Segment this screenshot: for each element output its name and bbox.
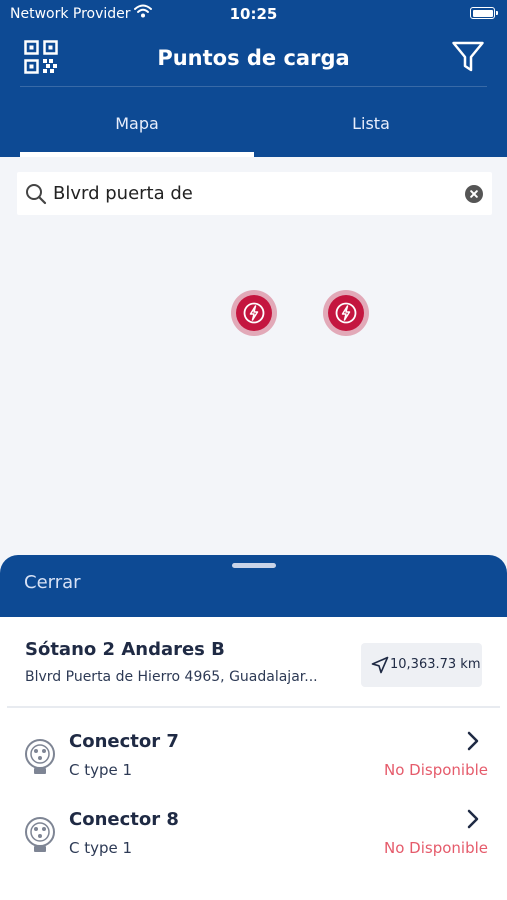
station-name: Sótano 2 Andares B: [25, 639, 225, 660]
battery-icon: [470, 7, 498, 19]
section-divider: [7, 706, 500, 708]
connector-type: C type 1: [69, 761, 133, 779]
charging-point-pin[interactable]: [231, 290, 277, 336]
station-address: Blvrd Puerta de Hierro 4965, Guadalajar.…: [25, 669, 318, 685]
connector-item[interactable]: Conector 7 C type 1 No Disponible: [0, 725, 507, 795]
connector-item[interactable]: Conector 8 C type 1 No Disponible: [0, 803, 507, 873]
page-title: Puntos de carga: [157, 46, 350, 70]
app-header: Network Provider 10:25 Puntos de carga M…: [0, 0, 507, 157]
clear-icon[interactable]: [465, 185, 483, 203]
distance-button[interactable]: 10,363.73 km: [361, 643, 482, 687]
search-input[interactable]: [53, 172, 453, 215]
station-detail-panel: Sótano 2 Andares B Blvrd Puerta de Hierr…: [0, 617, 507, 900]
connector-type: C type 1: [69, 839, 133, 857]
map-view[interactable]: [0, 215, 507, 560]
status-bar: Network Provider 10:25: [0, 0, 507, 28]
charging-point-pin[interactable]: [323, 290, 369, 336]
lightning-icon: [335, 302, 357, 324]
close-button[interactable]: Cerrar: [24, 572, 81, 593]
header-divider: [20, 86, 487, 87]
plug-type1-icon: [25, 817, 55, 852]
navigation-arrow-icon: [371, 656, 389, 674]
status-badge: No Disponible: [384, 761, 488, 779]
search-bar: [17, 172, 492, 215]
status-time: 10:25: [229, 5, 278, 23]
tab-map[interactable]: Mapa: [20, 114, 254, 133]
filter-icon: [452, 41, 484, 72]
bottom-sheet-header: Cerrar: [0, 555, 507, 617]
connector-name: Conector 7: [69, 731, 179, 752]
sheet-drag-handle[interactable]: [232, 563, 276, 568]
chevron-right-icon: [467, 731, 479, 751]
status-badge: No Disponible: [384, 839, 488, 857]
search-icon: [26, 184, 47, 205]
filter-button[interactable]: [451, 40, 485, 74]
distance-label: 10,363.73 km: [390, 657, 481, 672]
connector-name: Conector 8: [69, 809, 179, 830]
lightning-icon: [243, 302, 265, 324]
plug-type1-icon: [25, 739, 55, 774]
tab-list[interactable]: Lista: [254, 114, 488, 133]
chevron-right-icon: [467, 809, 479, 829]
active-tab-indicator: [20, 152, 254, 157]
